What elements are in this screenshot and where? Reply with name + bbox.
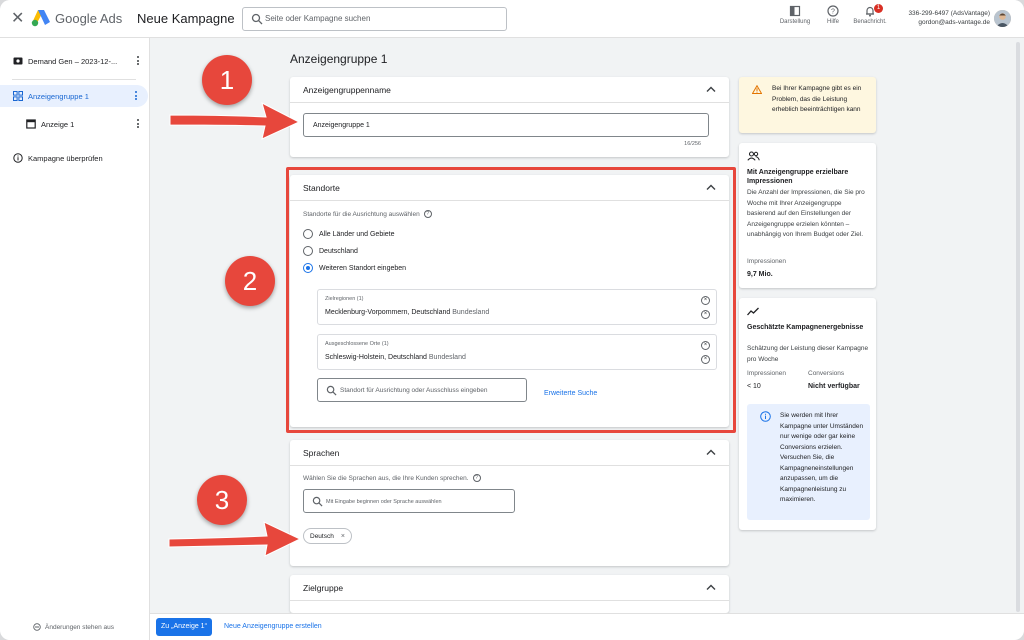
brand-name: Google Ads [55,11,123,26]
card-title: Sprachen [303,448,340,458]
search-placeholder: Seite oder Kampagne suchen [265,14,371,23]
audience-card: Zielgruppe [290,575,729,613]
ad-group-name-input[interactable]: Anzeigengruppe 1 [303,113,709,137]
ad-group-name-card: Anzeigengruppenname Anzeigengruppe 1 16/… [290,77,729,157]
sidebar-item-label: Demand Gen – 2023-12-... [28,56,118,66]
card-title: Anzeigengruppenname [303,85,391,95]
input-value: Anzeigengruppe 1 [313,122,370,129]
help-icon: ? [827,5,839,17]
card-header[interactable]: Zielgruppe [290,575,729,601]
impressions-metric-value: 9,7 Mio. [747,271,773,278]
chip-label: Deutsch [310,532,334,540]
languages-label-text: Wählen Sie die Sprachen aus, die Ihre Ku… [303,474,469,482]
highlight-box [286,167,736,433]
sidebar-item-campaign[interactable]: Demand Gen – 2023-12-... [0,50,150,72]
go-to-ad-button[interactable]: Zu „Anzeige 1“ [156,618,212,636]
search-icon [251,13,263,25]
search-input[interactable]: Seite oder Kampagne suchen [242,7,507,31]
account-email: gordon@ads-vantage.de [918,19,990,26]
conversions-value: Nicht verfügbar [808,383,860,390]
remove-chip-icon[interactable]: × [341,533,345,540]
impressions-description: Die Anzahl der Impressionen, die Sie pro… [747,189,865,238]
pending-icon [33,623,41,631]
search-placeholder: Mit Eingabe beginnen oder Sprache auswäh… [326,499,442,505]
estimated-results-card: Geschätzte Kampagnenergebnisse Schätzung… [739,298,876,530]
sidebar-divider [12,79,136,80]
page-title: Anzeigengruppe 1 [290,52,388,66]
language-search-input[interactable]: Mit Eingabe beginnen oder Sprache auswäh… [303,489,515,513]
results-title: Geschätzte Kampagnenergebnisse [747,324,864,331]
warning-text: Bei Ihrer Kampagne gibt es ein Problem, … [772,85,862,113]
impressions-metric-label: Impressionen [747,258,787,265]
info-icon [13,153,23,163]
trend-icon [747,307,759,316]
google-ads-logo [31,10,50,27]
more-options-icon[interactable] [137,119,139,130]
impressions-title: Mit Anzeigengruppe erzielbare Impression… [747,169,849,185]
create-ad-group-button[interactable]: Neue Anzeigengruppe erstellen [224,623,322,630]
chevron-up-icon[interactable] [706,583,716,591]
sidebar-item-label: Anzeige 1 [41,119,75,129]
people-icon [747,151,760,161]
sidebar-item-label: Kampagne überprüfen [28,153,103,163]
chevron-up-icon[interactable] [706,448,716,456]
conversion-info-box: Sie werden mit Ihrer Kampagne unter Umst… [747,404,870,520]
card-title: Zielgruppe [303,583,344,593]
appearance-label: Darstellung [779,19,811,25]
notifications-button[interactable]: 1 Benachricht. [850,4,890,33]
account-info[interactable]: 336-299-6497 (AdsVantage) gordon@ads-van… [890,9,990,27]
grid-icon [13,91,23,101]
results-description: Schätzung der Leistung dieser Kampagne p… [747,345,869,363]
sidebar-item-ad-group[interactable]: Anzeigengruppe 1 [0,85,148,107]
notification-badge: 1 [874,4,883,13]
page-heading: Neue Kampagne [137,11,235,26]
card-header[interactable]: Anzeigengruppenname [290,77,729,103]
sidebar-item-review[interactable]: Kampagne überprüfen [0,147,150,169]
impressions-label: Impressionen [747,370,787,377]
more-options-icon[interactable] [137,56,139,67]
appearance-button[interactable]: Darstellung [775,5,815,33]
help-icon[interactable]: ? [472,474,481,482]
languages-label: Wählen Sie die Sprachen aus, die Ihre Ku… [303,474,481,482]
sidebar-item-label: Anzeigengruppe 1 [28,91,89,101]
language-chip[interactable]: Deutsch × [303,528,352,544]
sidebar: Demand Gen – 2023-12-... Anzeigengruppe … [0,38,150,640]
app-window: ✕ Google Ads Neue Kampagne Seite oder Ka… [0,0,1024,640]
search-icon [312,496,323,507]
pending-changes-status: Änderungen stehen aus [33,623,114,631]
info-icon [760,411,771,422]
annotation-arrow-1 [169,102,301,140]
impressions-value: < 10 [747,383,761,390]
appearance-icon [789,5,801,17]
warning-card: Bei Ihrer Kampagne gibt es ein Problem, … [739,77,876,133]
conversion-info-text: Sie werden mit Ihrer Kampagne unter Umst… [780,412,864,503]
notifications-label: Benachricht. [853,19,887,25]
account-id: 336-299-6497 (AdsVantage) [908,10,990,17]
chevron-up-icon[interactable] [706,85,716,93]
pending-changes-label: Änderungen stehen aus [45,623,115,631]
scrollbar[interactable] [1016,42,1020,612]
more-options-icon[interactable] [135,91,137,102]
avatar[interactable] [994,10,1011,27]
ad-icon [26,119,36,129]
impressions-card: Mit Anzeigengruppe erzielbare Impression… [739,143,876,288]
svg-text:?: ? [831,9,835,16]
help-label: Hilfe [826,19,839,25]
campaign-icon [13,57,23,65]
card-header[interactable]: Sprachen [290,440,729,466]
help-button[interactable]: ? Hilfe [813,5,853,33]
bottom-bar: Zu „Anzeige 1“ Neue Anzeigengruppe erste… [150,613,1024,640]
annotation-badge-2: 2 [225,256,275,306]
avatar-image [994,10,1011,27]
sidebar-item-ad[interactable]: Anzeige 1 [0,113,150,135]
conversions-label: Conversions [808,370,845,377]
top-bar: ✕ Google Ads Neue Kampagne Seite oder Ka… [0,0,1024,38]
warning-icon [752,85,762,94]
close-icon[interactable]: ✕ [11,10,25,28]
languages-card: Sprachen Wählen Sie die Sprachen aus, di… [290,440,729,566]
character-counter: 16/256 [684,141,701,147]
annotation-arrow-3 [168,521,302,557]
